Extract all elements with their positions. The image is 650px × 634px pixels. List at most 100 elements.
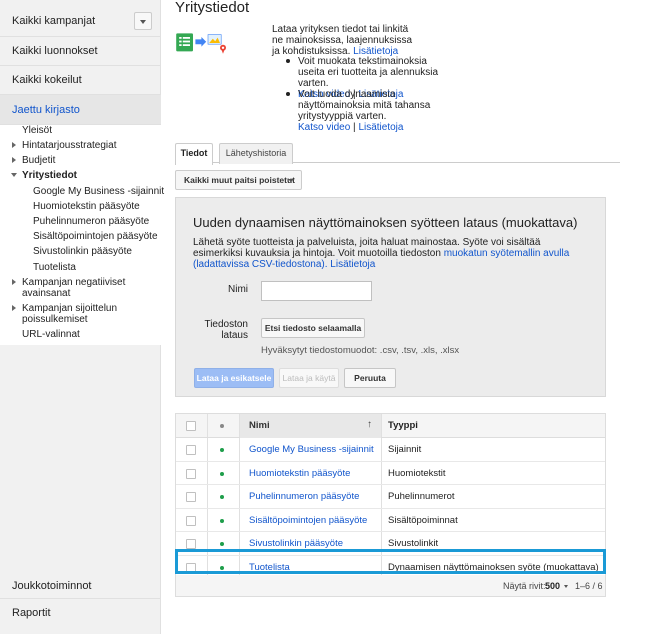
pagination-range: 1–6 / 6 xyxy=(575,581,603,591)
tree-item-phone-feed[interactable]: Puhelinnumeron pääsyöte xyxy=(33,216,149,227)
intro-text: Lataa yrityksen tiedot tai linkitä ne ma… xyxy=(272,24,422,57)
nav-shared-library-label: Jaettu kirjasto xyxy=(12,104,80,116)
upload-description: Lähetä syöte tuotteista ja palveluista, … xyxy=(193,237,583,270)
column-divider xyxy=(207,485,208,508)
row-checkbox[interactable] xyxy=(186,539,196,549)
learn-more-link[interactable]: Lisätietoja xyxy=(330,259,375,270)
chevron-down-icon[interactable] xyxy=(134,12,152,30)
expand-icon[interactable] xyxy=(12,279,16,285)
tree-item-label: Kampanjan sijoittelun poissulkemiset xyxy=(22,303,118,325)
column-divider xyxy=(381,438,382,461)
nav-bulk-operations-label: Joukkotoiminnot xyxy=(12,580,92,592)
status-filter-dropdown[interactable]: Kaikki muut paitsi poistetut xyxy=(175,170,302,190)
tree-item-label: URL-valinnat xyxy=(22,329,80,340)
nav-all-drafts[interactable]: Kaikki luonnokset xyxy=(0,37,161,66)
expand-icon[interactable] xyxy=(12,142,16,148)
feed-name-link[interactable]: Sisältöpoimintojen pääsyöte xyxy=(249,515,367,526)
tree-item-label: Yleisöt xyxy=(22,125,53,136)
column-divider xyxy=(381,461,382,484)
column-divider xyxy=(207,438,208,461)
row-checkbox[interactable] xyxy=(186,515,196,526)
row-checkbox[interactable] xyxy=(186,468,196,479)
row-highlight-box xyxy=(175,549,606,574)
feed-type: Sijainnit xyxy=(388,444,422,455)
upload-and-preview-button[interactable]: Lataa ja esikatsele xyxy=(194,368,274,388)
tree-item-bid-strategies[interactable]: Hintatarjousstrategiat xyxy=(12,140,117,151)
divider xyxy=(0,598,161,599)
tree-item-budgets[interactable]: Budjetit xyxy=(12,155,56,166)
tree-item-placement-exclusions[interactable]: Kampanjan sijoittelun poissulkemiset xyxy=(12,303,142,325)
nav-all-experiments[interactable]: Kaikki kokeilut xyxy=(0,66,161,95)
column-divider xyxy=(239,414,240,437)
name-label: Nimi xyxy=(228,284,248,295)
tree-item-label: Google My Business -sijainnit xyxy=(33,186,165,197)
tree-item-callout-feed[interactable]: Huomiotekstin pääsyöte xyxy=(33,201,140,212)
tree-item-label: Huomiotekstin pääsyöte xyxy=(33,201,140,212)
tree-item-snippet-feed[interactable]: Sisältöpoimintojen pääsyöte xyxy=(33,231,158,242)
column-divider xyxy=(239,461,240,484)
tree-item-business-data[interactable]: Yritystiedot xyxy=(11,170,78,181)
tree-item-negative-keywords[interactable]: Kampanjan negatiiviset avainsanat xyxy=(12,277,142,299)
column-header-name[interactable]: Nimi xyxy=(249,420,270,431)
table-row: Sisältöpoimintojen pääsyöte Sisältöpoimi… xyxy=(176,508,605,532)
column-divider xyxy=(207,508,208,531)
page-title: Yritystiedot xyxy=(175,0,250,16)
nav-reports[interactable]: Raportit xyxy=(12,607,51,619)
rows-per-page-label: Näytä rivit: xyxy=(503,581,546,591)
tree-item-product-list[interactable]: Tuotelista xyxy=(33,262,76,273)
feed-name-link[interactable]: Puhelinnumeron pääsyöte xyxy=(249,491,359,502)
nav-bulk-operations[interactable]: Joukkotoiminnot xyxy=(12,580,92,592)
rows-per-page-dropdown[interactable]: 500 xyxy=(545,581,569,591)
learn-more-link[interactable]: Lisätietoja xyxy=(358,122,403,133)
bullet-text: Voit muokata tekstimainoksia useita eri … xyxy=(298,56,439,89)
feed-type: Huomiotekstit xyxy=(388,467,446,479)
upload-and-apply-button[interactable]: Lataa ja käytä xyxy=(279,368,339,388)
expand-icon[interactable] xyxy=(12,157,16,163)
nav-all-campaigns[interactable]: Kaikki kampanjat xyxy=(0,6,161,37)
feed-name-link[interactable]: Sivustolinkin pääsyöte xyxy=(249,538,343,549)
status-enabled-icon xyxy=(220,471,224,476)
tree-item-audiences[interactable]: Yleisöt xyxy=(22,125,52,136)
main-content: Yritystiedot Lataa yrityksen tiedot tai … xyxy=(161,0,650,634)
tree-item-label: Sisältöpoimintojen pääsyöte xyxy=(33,231,158,242)
row-checkbox[interactable] xyxy=(186,445,196,455)
nav-shared-library[interactable]: Jaettu kirjasto xyxy=(0,95,161,125)
nav-all-drafts-label: Kaikki luonnokset xyxy=(12,45,98,57)
browse-file-button[interactable]: Etsi tiedosto selaamalla xyxy=(261,318,365,338)
tab-bar: Tiedot Lähetyshistoria xyxy=(175,143,620,165)
tree-item-label: Budjetit xyxy=(22,155,56,166)
status-column-icon xyxy=(220,424,224,428)
tree-item-url-options[interactable]: URL-valinnat xyxy=(22,329,80,340)
row-checkbox[interactable] xyxy=(186,492,196,502)
column-divider xyxy=(381,508,382,531)
status-enabled-icon xyxy=(220,518,224,523)
bullet-text: Voit luoda dynaamisia näyttömainoksia mi… xyxy=(298,89,431,122)
nav-reports-label: Raportit xyxy=(12,607,51,619)
cancel-button[interactable]: Peruuta xyxy=(344,368,396,388)
file-upload-label: Tiedoston lataus xyxy=(204,319,248,341)
tree-item-sitelink-feed[interactable]: Sivustolinkin pääsyöte xyxy=(33,246,132,257)
bullet-icon xyxy=(286,59,290,63)
feed-name-link[interactable]: Google My Business -sijainnit xyxy=(249,444,374,455)
tree-item-gmb-locations[interactable]: Google My Business -sijainnit xyxy=(33,186,164,197)
sort-ascending-icon[interactable]: ↑ xyxy=(367,419,372,430)
accepted-formats-text: Hyväksytyt tiedostomuodot: .csv, .tsv, .… xyxy=(261,345,460,356)
feed-name-input[interactable] xyxy=(261,281,372,301)
column-header-type[interactable]: Tyyppi xyxy=(388,420,418,431)
tab-upload-history[interactable]: Lähetyshistoria xyxy=(219,143,293,164)
tree-item-label: Puhelinnumeron pääsyöte xyxy=(33,216,150,227)
column-divider xyxy=(239,438,240,461)
tree-item-label: Sivustolinkin pääsyöte xyxy=(33,246,132,257)
status-enabled-icon xyxy=(220,495,224,499)
watch-video-link[interactable]: Katso video xyxy=(298,122,350,133)
feed-type: Puhelinnumerot xyxy=(388,491,455,502)
shared-library-tree: Yleisöt Hintatarjousstrategiat Budjetit … xyxy=(0,125,164,345)
expand-icon[interactable] xyxy=(12,305,16,311)
tree-item-label: Kampanjan negatiiviset avainsanat xyxy=(22,277,126,299)
tree-item-label: Yritystiedot xyxy=(22,170,78,181)
collapse-icon[interactable] xyxy=(11,173,17,177)
tab-details[interactable]: Tiedot xyxy=(175,143,213,165)
feed-name-link[interactable]: Huomiotekstin pääsyöte xyxy=(249,468,350,479)
select-all-checkbox[interactable] xyxy=(186,421,196,431)
tree-item-label: Hintatarjousstrategiat xyxy=(22,140,117,151)
